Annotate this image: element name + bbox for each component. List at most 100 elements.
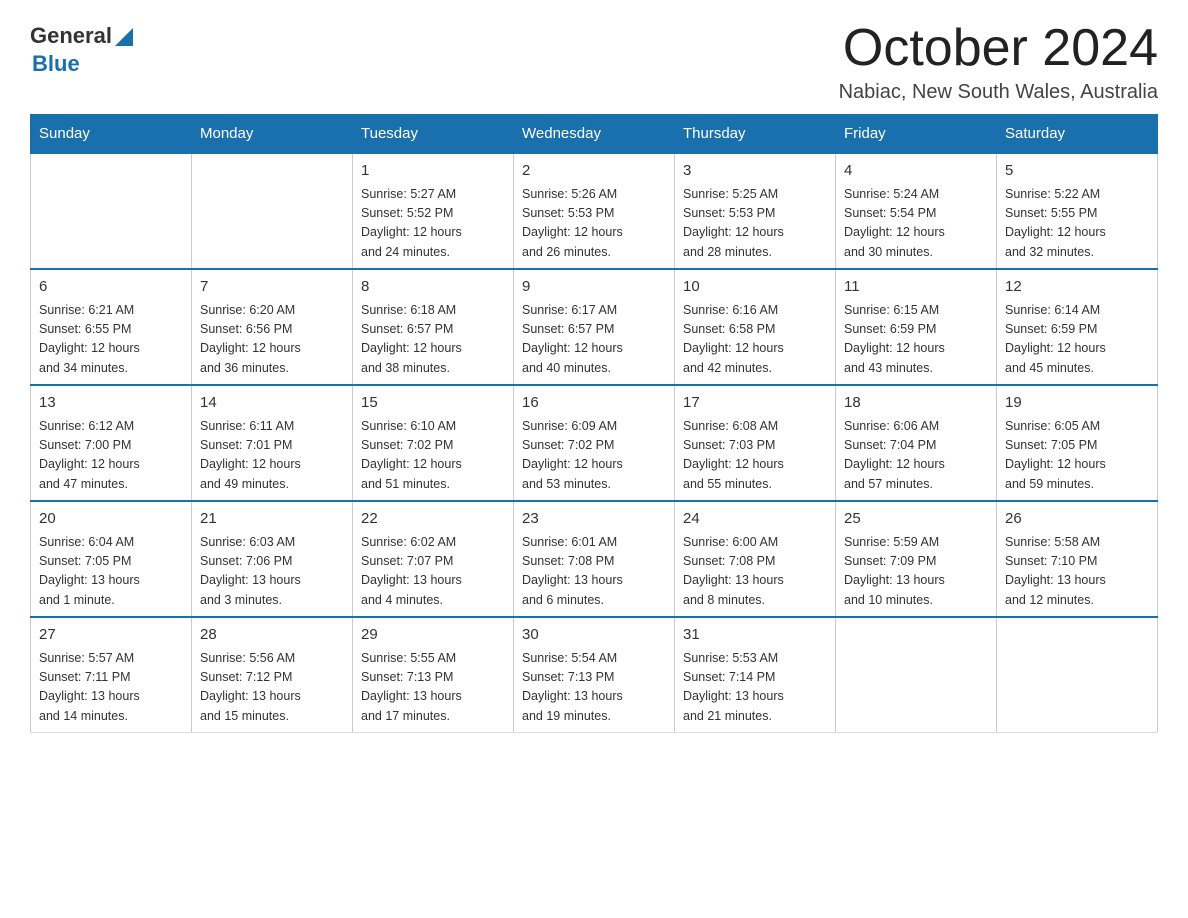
- calendar-week-row: 6Sunrise: 6:21 AM Sunset: 6:55 PM Daylig…: [31, 269, 1158, 385]
- calendar-week-row: 27Sunrise: 5:57 AM Sunset: 7:11 PM Dayli…: [31, 617, 1158, 733]
- day-number: 6: [39, 276, 183, 299]
- day-info: Sunrise: 6:09 AM Sunset: 7:02 PM Dayligh…: [522, 417, 666, 495]
- calendar-day-cell: 7Sunrise: 6:20 AM Sunset: 6:56 PM Daylig…: [192, 269, 353, 385]
- main-title: October 2024: [839, 20, 1158, 77]
- day-number: 21: [200, 508, 344, 531]
- day-number: 1: [361, 160, 505, 183]
- day-number: 12: [1005, 276, 1149, 299]
- calendar-day-cell: 13Sunrise: 6:12 AM Sunset: 7:00 PM Dayli…: [31, 385, 192, 501]
- day-number: 19: [1005, 392, 1149, 415]
- calendar-day-cell: 23Sunrise: 6:01 AM Sunset: 7:08 PM Dayli…: [514, 501, 675, 617]
- day-number: 8: [361, 276, 505, 299]
- day-info: Sunrise: 6:10 AM Sunset: 7:02 PM Dayligh…: [361, 417, 505, 495]
- day-number: 29: [361, 624, 505, 647]
- title-section: October 2024 Nabiac, New South Wales, Au…: [839, 20, 1158, 104]
- day-info: Sunrise: 6:02 AM Sunset: 7:07 PM Dayligh…: [361, 533, 505, 611]
- day-info: Sunrise: 5:26 AM Sunset: 5:53 PM Dayligh…: [522, 185, 666, 263]
- day-info: Sunrise: 6:14 AM Sunset: 6:59 PM Dayligh…: [1005, 301, 1149, 379]
- day-info: Sunrise: 6:20 AM Sunset: 6:56 PM Dayligh…: [200, 301, 344, 379]
- day-info: Sunrise: 6:21 AM Sunset: 6:55 PM Dayligh…: [39, 301, 183, 379]
- day-info: Sunrise: 6:06 AM Sunset: 7:04 PM Dayligh…: [844, 417, 988, 495]
- calendar-day-cell: [31, 153, 192, 269]
- calendar-day-cell: [192, 153, 353, 269]
- calendar-day-cell: 22Sunrise: 6:02 AM Sunset: 7:07 PM Dayli…: [353, 501, 514, 617]
- calendar-day-cell: 2Sunrise: 5:26 AM Sunset: 5:53 PM Daylig…: [514, 153, 675, 269]
- calendar-weekday-header: Monday: [192, 115, 353, 154]
- day-number: 2: [522, 160, 666, 183]
- day-number: 24: [683, 508, 827, 531]
- day-number: 10: [683, 276, 827, 299]
- day-number: 23: [522, 508, 666, 531]
- calendar-weekday-header: Thursday: [675, 115, 836, 154]
- day-number: 5: [1005, 160, 1149, 183]
- logo-blue-text: Blue: [32, 51, 133, 77]
- day-number: 4: [844, 160, 988, 183]
- day-info: Sunrise: 5:24 AM Sunset: 5:54 PM Dayligh…: [844, 185, 988, 263]
- day-info: Sunrise: 6:16 AM Sunset: 6:58 PM Dayligh…: [683, 301, 827, 379]
- calendar-day-cell: [997, 617, 1158, 733]
- calendar-weekday-header: Saturday: [997, 115, 1158, 154]
- calendar-weekday-header: Wednesday: [514, 115, 675, 154]
- calendar-week-row: 1Sunrise: 5:27 AM Sunset: 5:52 PM Daylig…: [31, 153, 1158, 269]
- calendar-day-cell: 11Sunrise: 6:15 AM Sunset: 6:59 PM Dayli…: [836, 269, 997, 385]
- calendar-day-cell: 1Sunrise: 5:27 AM Sunset: 5:52 PM Daylig…: [353, 153, 514, 269]
- day-number: 13: [39, 392, 183, 415]
- day-info: Sunrise: 6:11 AM Sunset: 7:01 PM Dayligh…: [200, 417, 344, 495]
- calendar-day-cell: 9Sunrise: 6:17 AM Sunset: 6:57 PM Daylig…: [514, 269, 675, 385]
- day-info: Sunrise: 5:53 AM Sunset: 7:14 PM Dayligh…: [683, 649, 827, 727]
- calendar-day-cell: 17Sunrise: 6:08 AM Sunset: 7:03 PM Dayli…: [675, 385, 836, 501]
- day-number: 22: [361, 508, 505, 531]
- calendar-weekday-header: Sunday: [31, 115, 192, 154]
- calendar-day-cell: 25Sunrise: 5:59 AM Sunset: 7:09 PM Dayli…: [836, 501, 997, 617]
- logo-arrow-icon: [115, 24, 133, 46]
- calendar-day-cell: 5Sunrise: 5:22 AM Sunset: 5:55 PM Daylig…: [997, 153, 1158, 269]
- calendar-weekday-header: Tuesday: [353, 115, 514, 154]
- day-info: Sunrise: 5:57 AM Sunset: 7:11 PM Dayligh…: [39, 649, 183, 727]
- calendar-day-cell: 12Sunrise: 6:14 AM Sunset: 6:59 PM Dayli…: [997, 269, 1158, 385]
- calendar-day-cell: 18Sunrise: 6:06 AM Sunset: 7:04 PM Dayli…: [836, 385, 997, 501]
- calendar-day-cell: 16Sunrise: 6:09 AM Sunset: 7:02 PM Dayli…: [514, 385, 675, 501]
- day-info: Sunrise: 6:12 AM Sunset: 7:00 PM Dayligh…: [39, 417, 183, 495]
- day-number: 28: [200, 624, 344, 647]
- calendar-weekday-header: Friday: [836, 115, 997, 154]
- day-info: Sunrise: 6:08 AM Sunset: 7:03 PM Dayligh…: [683, 417, 827, 495]
- calendar-day-cell: 31Sunrise: 5:53 AM Sunset: 7:14 PM Dayli…: [675, 617, 836, 733]
- day-number: 27: [39, 624, 183, 647]
- logo-general-text: General: [30, 23, 112, 49]
- day-number: 26: [1005, 508, 1149, 531]
- day-number: 11: [844, 276, 988, 299]
- day-info: Sunrise: 5:56 AM Sunset: 7:12 PM Dayligh…: [200, 649, 344, 727]
- calendar-day-cell: 8Sunrise: 6:18 AM Sunset: 6:57 PM Daylig…: [353, 269, 514, 385]
- calendar-day-cell: 14Sunrise: 6:11 AM Sunset: 7:01 PM Dayli…: [192, 385, 353, 501]
- calendar-day-cell: 26Sunrise: 5:58 AM Sunset: 7:10 PM Dayli…: [997, 501, 1158, 617]
- day-number: 18: [844, 392, 988, 415]
- day-info: Sunrise: 6:15 AM Sunset: 6:59 PM Dayligh…: [844, 301, 988, 379]
- calendar-day-cell: 4Sunrise: 5:24 AM Sunset: 5:54 PM Daylig…: [836, 153, 997, 269]
- calendar-day-cell: 21Sunrise: 6:03 AM Sunset: 7:06 PM Dayli…: [192, 501, 353, 617]
- day-number: 14: [200, 392, 344, 415]
- day-number: 20: [39, 508, 183, 531]
- day-info: Sunrise: 6:01 AM Sunset: 7:08 PM Dayligh…: [522, 533, 666, 611]
- day-info: Sunrise: 5:58 AM Sunset: 7:10 PM Dayligh…: [1005, 533, 1149, 611]
- calendar-day-cell: [836, 617, 997, 733]
- page-header: General Blue October 2024 Nabiac, New So…: [30, 20, 1158, 104]
- day-info: Sunrise: 5:25 AM Sunset: 5:53 PM Dayligh…: [683, 185, 827, 263]
- day-info: Sunrise: 6:04 AM Sunset: 7:05 PM Dayligh…: [39, 533, 183, 611]
- calendar-header-row: SundayMondayTuesdayWednesdayThursdayFrid…: [31, 115, 1158, 154]
- day-info: Sunrise: 6:18 AM Sunset: 6:57 PM Dayligh…: [361, 301, 505, 379]
- calendar-week-row: 20Sunrise: 6:04 AM Sunset: 7:05 PM Dayli…: [31, 501, 1158, 617]
- calendar-day-cell: 30Sunrise: 5:54 AM Sunset: 7:13 PM Dayli…: [514, 617, 675, 733]
- day-info: Sunrise: 6:05 AM Sunset: 7:05 PM Dayligh…: [1005, 417, 1149, 495]
- calendar-day-cell: 24Sunrise: 6:00 AM Sunset: 7:08 PM Dayli…: [675, 501, 836, 617]
- logo: General Blue: [30, 20, 133, 77]
- calendar-day-cell: 27Sunrise: 5:57 AM Sunset: 7:11 PM Dayli…: [31, 617, 192, 733]
- day-info: Sunrise: 5:59 AM Sunset: 7:09 PM Dayligh…: [844, 533, 988, 611]
- day-number: 9: [522, 276, 666, 299]
- calendar-day-cell: 6Sunrise: 6:21 AM Sunset: 6:55 PM Daylig…: [31, 269, 192, 385]
- day-number: 31: [683, 624, 827, 647]
- day-info: Sunrise: 5:27 AM Sunset: 5:52 PM Dayligh…: [361, 185, 505, 263]
- calendar-day-cell: 15Sunrise: 6:10 AM Sunset: 7:02 PM Dayli…: [353, 385, 514, 501]
- day-number: 7: [200, 276, 344, 299]
- day-number: 30: [522, 624, 666, 647]
- calendar-table: SundayMondayTuesdayWednesdayThursdayFrid…: [30, 114, 1158, 733]
